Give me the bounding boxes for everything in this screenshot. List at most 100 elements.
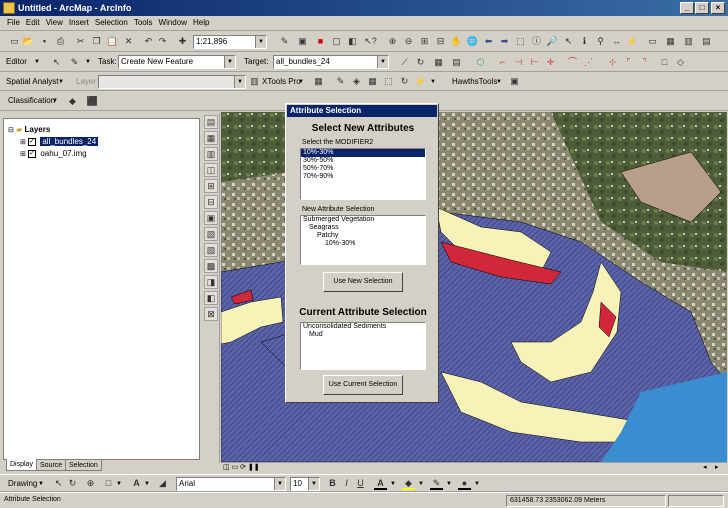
menu-selection[interactable]: Selection — [92, 16, 131, 30]
expand-icon[interactable]: ⊞ — [20, 151, 26, 158]
font-color-icon[interactable]: A — [374, 477, 387, 490]
xtools-dropdown-icon[interactable]: ▼ — [298, 75, 304, 89]
hawths-tool-icon[interactable]: ▣ — [508, 75, 521, 88]
offset-icon[interactable]: ⊹ — [606, 56, 619, 69]
zoom-out-icon[interactable]: ⊖ — [402, 35, 415, 48]
target-combo[interactable]: all_bundles_24 ▼ — [273, 55, 389, 69]
open-icon[interactable]: 📂 — [22, 35, 35, 48]
font-family-combo[interactable]: Arial ▼ — [176, 477, 286, 491]
tool-icon[interactable]: ▤ — [204, 115, 218, 129]
menu-tools[interactable]: Tools — [131, 16, 156, 30]
toc-layer-all-bundles[interactable]: ⊞ ✓ all_bundles_24 — [20, 137, 99, 148]
info-icon[interactable]: ℹ — [578, 35, 591, 48]
menu-edit[interactable]: Edit — [23, 16, 43, 30]
layout-icon[interactable]: ▥ — [682, 35, 695, 48]
expand-icon[interactable]: ⊞ — [20, 139, 26, 146]
intersect-icon[interactable]: ✛ — [544, 56, 557, 69]
menu-file[interactable]: File — [4, 16, 23, 30]
graph-icon[interactable]: ▤ — [700, 35, 713, 48]
modifier-option[interactable]: 30%-50% — [301, 157, 425, 165]
add-data-icon[interactable]: ✚ — [176, 35, 189, 48]
zoom-whole-page-icon[interactable]: ⊕ — [84, 477, 97, 490]
fixed-zoom-out-icon[interactable]: ⊟ — [434, 35, 447, 48]
menu-help[interactable]: Help — [190, 16, 212, 30]
tool-icon[interactable]: ▦ — [204, 131, 218, 145]
tab-display[interactable]: Display — [6, 459, 37, 471]
layers-root[interactable]: ⊟ ▰ Layers — [8, 125, 50, 136]
new-selection-listbox[interactable]: Submerged Vegetation Seagrass Patchy 10%… — [300, 215, 426, 265]
tool-icon[interactable]: ⊞ — [204, 179, 218, 193]
current-selection-listbox[interactable]: Unconsolidated Sediments Mud — [300, 322, 426, 370]
line-color-icon[interactable]: ✎ — [430, 477, 443, 490]
xtools-pro-menu[interactable]: XTools Pro — [262, 75, 301, 89]
tool-icon[interactable]: ⊠ — [204, 307, 218, 321]
editor-dropdown-icon[interactable]: ▼ — [34, 55, 40, 69]
new-document-icon[interactable]: ▭ — [8, 35, 21, 48]
hyperlink-icon[interactable]: ⚡ — [626, 35, 639, 48]
fixed-zoom-in-icon[interactable]: ⊞ — [418, 35, 431, 48]
drawing-dropdown-icon[interactable]: ▼ — [38, 477, 44, 491]
xtools-rotate-icon[interactable]: ↻ — [398, 75, 411, 88]
rotate-element-icon[interactable]: ↻ — [66, 477, 79, 490]
hawthstools-dropdown-icon[interactable]: ▼ — [496, 75, 502, 89]
xtools-edit-icon[interactable]: ✎ — [334, 75, 347, 88]
modifier-option[interactable]: 50%-70% — [301, 165, 425, 173]
tool-icon[interactable]: ◧ — [204, 291, 218, 305]
reshape-icon[interactable]: ⌒ — [566, 56, 579, 69]
marker-color-dropdown-icon[interactable]: ▼ — [474, 477, 480, 491]
underline-button[interactable]: U — [354, 477, 367, 490]
command-line-icon[interactable]: ▢ — [330, 35, 343, 48]
model-builder-icon[interactable]: ◧ — [346, 35, 359, 48]
layer-combo[interactable]: ▼ — [98, 75, 246, 89]
tool-icon[interactable]: ▩ — [204, 259, 218, 273]
modifier-listbox[interactable]: 10%-30% 30%-50% 50%-70% 70%-90% — [300, 148, 426, 200]
text-dropdown-icon[interactable]: ▼ — [144, 477, 150, 491]
edit-tool-icon[interactable]: ↖ — [50, 56, 63, 69]
measure-icon[interactable]: ↔ — [610, 35, 623, 48]
task-combo[interactable]: Create New Feature ▼ — [118, 55, 236, 69]
layer-visibility-checkbox[interactable]: ✓ — [28, 137, 37, 146]
extend-icon[interactable]: ⊣ — [512, 56, 525, 69]
maximize-button[interactable]: □ — [695, 2, 709, 14]
redo-icon[interactable]: ↷ — [156, 35, 169, 48]
line-color-dropdown-icon[interactable]: ▼ — [446, 477, 452, 491]
fill-color-icon[interactable]: ◆ — [402, 477, 415, 490]
use-new-selection-button[interactable]: Use New Selection — [323, 272, 403, 292]
copy-icon[interactable]: ❐ — [90, 35, 103, 48]
layer-visibility-checkbox[interactable]: ✓ — [28, 149, 37, 158]
rotate-tool-icon[interactable]: ↻ — [414, 56, 427, 69]
tool-icon[interactable]: ◨ — [204, 275, 218, 289]
tool-icon[interactable]: ▧ — [204, 227, 218, 241]
tab-selection[interactable]: Selection — [65, 459, 102, 471]
histogram-icon[interactable]: ▥ — [248, 75, 261, 88]
spatial-analyst-dropdown-icon[interactable]: ▼ — [58, 75, 64, 89]
sketch-tool-icon[interactable]: ✎ — [68, 56, 81, 69]
map-scale-combo[interactable]: 1:21,896 ▼ — [193, 35, 267, 49]
fill-color-dropdown-icon[interactable]: ▼ — [418, 477, 424, 491]
modifier-option[interactable]: 70%-90% — [301, 173, 425, 181]
bold-button[interactable]: B — [326, 477, 339, 490]
xtools-more-dropdown-icon[interactable]: ▼ — [430, 75, 436, 89]
forward-icon[interactable]: ➡ — [498, 35, 511, 48]
rectangle-draw-icon[interactable]: □ — [102, 477, 115, 490]
tab-source[interactable]: Source — [36, 459, 67, 471]
modifier-option[interactable]: 10%-30% — [301, 149, 425, 157]
xtools-flash-icon[interactable]: ⚡ — [414, 75, 427, 88]
sketch-dropdown-icon[interactable]: ▼ — [85, 55, 91, 69]
topology-icon[interactable]: ⬡ — [474, 56, 487, 69]
map-horizontal-scrollbar[interactable]: ◫ ▭ ⟳ ❚❚ ◂ ▸ — [221, 462, 727, 473]
binoculars-icon[interactable]: ⚲ — [594, 35, 607, 48]
identify-icon[interactable]: ⓘ — [530, 35, 543, 48]
classification-run-icon[interactable]: ◆ — [66, 95, 79, 108]
xtools-select-icon[interactable]: ⬚ — [382, 75, 395, 88]
collapse-icon[interactable]: ⊟ — [8, 127, 14, 134]
save-icon[interactable]: ▪ — [38, 35, 51, 48]
full-extent-icon[interactable]: 🌐 — [466, 35, 479, 48]
paste-icon[interactable]: 📋 — [106, 35, 119, 48]
use-current-selection-button[interactable]: Use Current Selection — [323, 375, 403, 395]
camera-icon[interactable]: ▭ — [646, 35, 659, 48]
whats-this-icon[interactable]: ↖? — [364, 35, 377, 48]
table-icon[interactable]: ▦ — [664, 35, 677, 48]
tool-icon[interactable]: ◫ — [204, 163, 218, 177]
trim-icon[interactable]: ⊢ — [528, 56, 541, 69]
